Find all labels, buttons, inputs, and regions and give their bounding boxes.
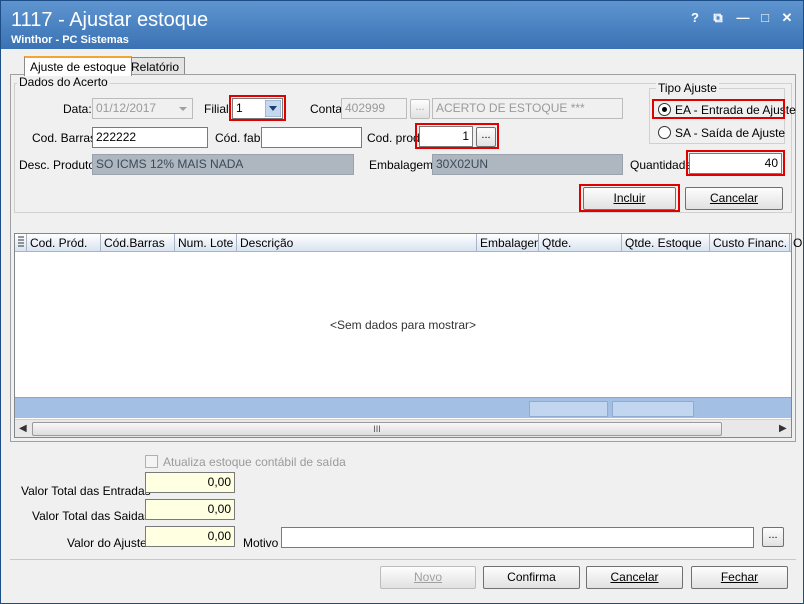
cod-fab-input[interactable] (261, 127, 362, 148)
desc-produto-field: SO ICMS 12% MAIS NADA (92, 154, 354, 175)
novo-button[interactable]: Novo (380, 566, 476, 589)
confirma-label: Confirma (507, 570, 556, 584)
tab-relatorio[interactable]: Relatório (125, 57, 186, 75)
grid-summary-row (15, 397, 791, 418)
window-title: 1117 - Ajustar estoque (11, 9, 209, 31)
cod-barras-label: Cod. Barras: (32, 131, 100, 145)
desc-produto-label: Desc. Produto: (19, 158, 99, 172)
quantidade-label: Quantidade (630, 158, 693, 172)
window-subtitle: Winthor - PC Sistemas (11, 34, 129, 46)
valor-ajuste-field: 0,00 (145, 526, 235, 547)
maximize-icon[interactable]: □ (758, 10, 772, 25)
filial-dropdown[interactable]: 1 (232, 98, 283, 119)
list-icon (18, 236, 24, 247)
fechar-label: Fechar (720, 570, 759, 584)
horizontal-scrollbar[interactable]: ◀ III ▶ (15, 419, 791, 437)
col-cod-barras[interactable]: Cód.Barras (101, 234, 175, 252)
grid-header: Cod. Pród. Cód.Barras Num. Lote Descriçã… (15, 234, 803, 252)
valor-saidas-label: Valor Total das Saidas (32, 509, 151, 523)
col-embalagem[interactable]: Embalagem (477, 234, 539, 252)
embalagem-label: Embalagem: (369, 158, 437, 172)
footer-divider (10, 559, 796, 560)
close-icon[interactable]: ✕ (780, 10, 794, 26)
filial-value: 1 (236, 101, 243, 115)
cancelar-label: Cancelar (610, 570, 659, 584)
motivo-input[interactable] (281, 527, 754, 548)
cancelar-item-label: Cancelar (709, 191, 759, 205)
scroll-left-icon[interactable]: ◀ (19, 423, 27, 434)
minimize-icon[interactable]: — (736, 10, 750, 25)
valor-entradas-label: Valor Total das Entradas (21, 484, 151, 498)
motivo-label: Motivo (243, 536, 279, 550)
filial-label: Filial (204, 102, 229, 116)
summary-qtde-estoque (612, 401, 694, 417)
col-qtde[interactable]: Qtde. (539, 234, 622, 252)
app-window: 1117 - Ajustar estoque Winthor - PC Sist… (0, 0, 804, 604)
col-custo-financ[interactable]: Custo Financ. (710, 234, 790, 252)
restore-layout-icon[interactable]: ⧉ (711, 10, 725, 26)
chevron-down-icon (265, 100, 281, 117)
summary-qtde (529, 401, 608, 417)
valor-ajuste-label: Valor do Ajuste (67, 536, 147, 550)
data-field[interactable]: 01/12/2017 (92, 98, 193, 119)
cod-prod-input[interactable]: 1 (419, 126, 473, 147)
quantidade-input[interactable]: 40 (689, 153, 782, 174)
incluir-button[interactable]: Incluir (583, 187, 676, 210)
valor-entradas-field: 0,00 (145, 472, 235, 493)
fechar-button[interactable]: Fechar (691, 566, 788, 589)
col-descricao[interactable]: Descrição (237, 234, 477, 252)
items-grid[interactable]: Cod. Pród. Cód.Barras Num. Lote Descriçã… (14, 233, 803, 438)
dados-acerto-title: Dados do Acerto (17, 75, 110, 89)
cancelar-item-button[interactable]: Cancelar (685, 187, 783, 210)
data-value: 01/12/2017 (96, 101, 157, 115)
conta-description-field: ACERTO DE ESTOQUE *** (432, 98, 623, 119)
motivo-lookup-button[interactable]: ... (762, 527, 784, 547)
valor-saidas-field: 0,00 (145, 499, 235, 520)
col-cod-prod[interactable]: Cod. Pród. (27, 234, 101, 252)
grid-empty-message: <Sem dados para mostrar> (329, 318, 477, 332)
atualiza-estoque-label: Atualiza estoque contábil de saída (163, 455, 346, 469)
radio-entrada-label[interactable]: EA - Entrada de Ajuste (675, 103, 796, 117)
radio-saida-label[interactable]: SA - Saída de Ajuste (675, 126, 785, 140)
cancelar-button[interactable]: Cancelar (586, 566, 683, 589)
novo-label: Novo (413, 570, 442, 584)
radio-entrada-ajuste[interactable] (658, 103, 671, 116)
col-op[interactable]: Op (790, 234, 803, 252)
cod-prod-lookup-button[interactable]: ... (476, 127, 496, 147)
help-icon[interactable]: ? (688, 10, 702, 25)
confirma-button[interactable]: Confirma (483, 566, 580, 589)
atualiza-estoque-checkbox[interactable] (145, 455, 158, 468)
radio-selected-dot (662, 107, 667, 112)
col-num-lote[interactable]: Num. Lote (175, 234, 237, 252)
chevron-down-icon (179, 107, 187, 111)
incluir-label: Incluir (613, 191, 646, 205)
cod-prod-label: Cod. prod (367, 131, 420, 145)
tipo-ajuste-title: Tipo Ajuste (656, 81, 719, 95)
grid-menu-icon[interactable] (15, 234, 27, 252)
embalagem-field: 30X02UN (432, 154, 623, 175)
cod-barras-input[interactable]: 222222 (92, 127, 208, 148)
conta-lookup-button[interactable]: ... (410, 99, 430, 119)
scroll-right-icon[interactable]: ▶ (779, 423, 787, 434)
data-label: Data: (63, 102, 92, 116)
conta-field[interactable]: 402999 (341, 98, 407, 119)
conta-label: Conta (310, 102, 343, 116)
col-qtde-estoque[interactable]: Qtde. Estoque (622, 234, 710, 252)
cod-fab-label: Cód. fab: (215, 131, 264, 145)
scroll-thumb[interactable]: III (32, 422, 722, 436)
radio-saida-ajuste[interactable] (658, 126, 671, 139)
title-bar[interactable]: 1117 - Ajustar estoque Winthor - PC Sist… (1, 1, 803, 49)
tab-ajuste-estoque[interactable]: Ajuste de estoque (24, 56, 133, 76)
